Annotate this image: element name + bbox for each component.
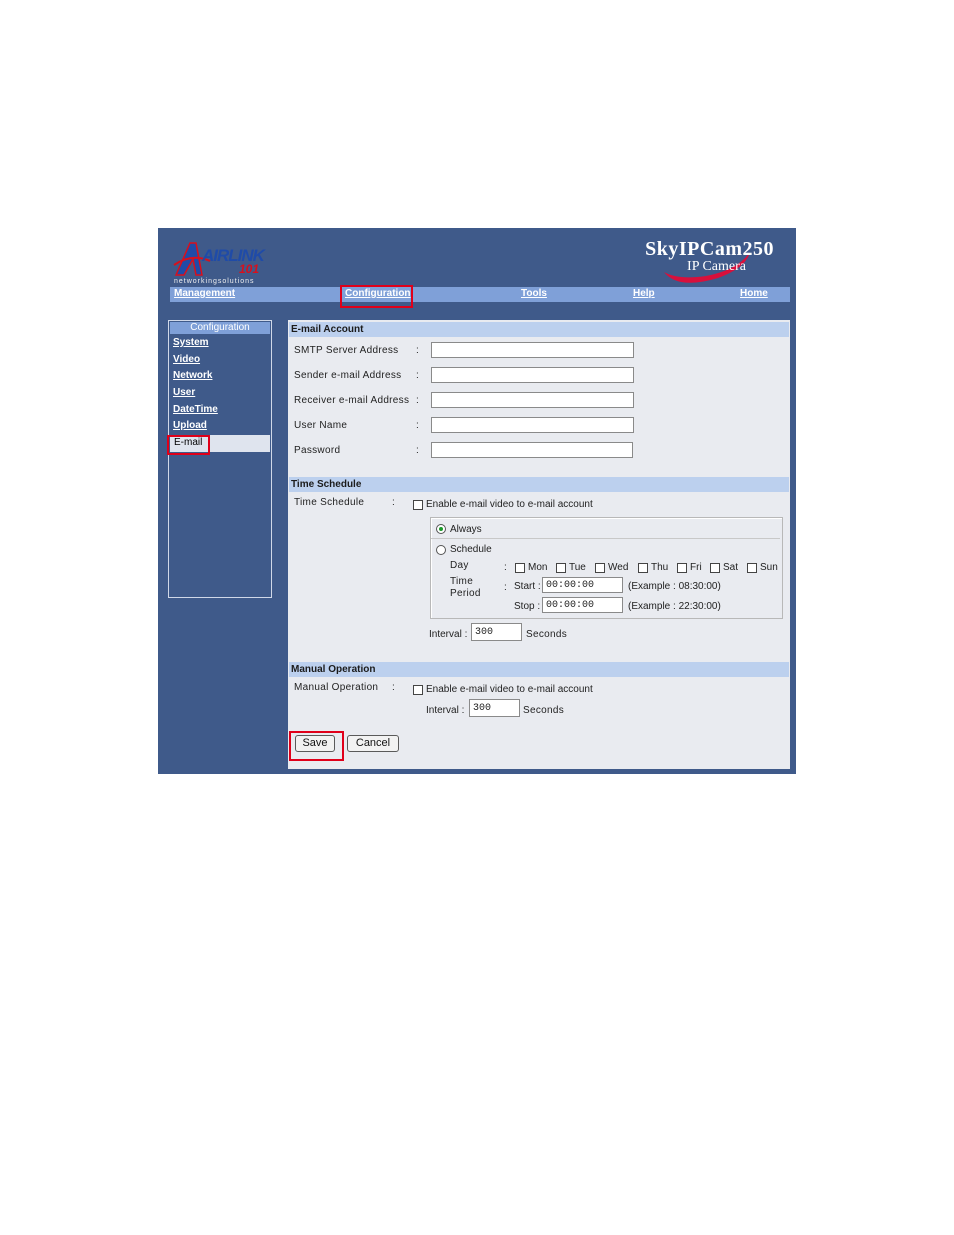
- username-label: User Name: [294, 420, 348, 431]
- sidebar: Configuration System Video Network User …: [168, 320, 272, 598]
- nav-tools[interactable]: Tools: [521, 288, 547, 299]
- day-sat-label: Sat: [723, 562, 739, 573]
- product-title: SkyIPCam250 IP Camera: [645, 238, 774, 275]
- manual-enable-label: Enable e-mail video to e-mail account: [426, 684, 593, 695]
- manual-operation-label: Manual Operation: [294, 682, 379, 693]
- sidebar-item-upload[interactable]: Upload: [169, 418, 271, 435]
- day-tue-label: Tue: [569, 562, 586, 573]
- group-divider: [431, 538, 780, 539]
- sender-email-input[interactable]: [431, 367, 634, 383]
- nav-home[interactable]: Home: [740, 288, 768, 299]
- app-window: AIRLINK 101 networkingsolutions SkyIPCam…: [158, 228, 796, 774]
- schedule-interval-input[interactable]: [471, 623, 522, 641]
- schedule-enable-label: Enable e-mail video to e-mail account: [426, 499, 593, 510]
- highlight-email: [167, 435, 210, 455]
- start-label: Start :: [514, 581, 541, 592]
- start-example: (Example : 08:30:00): [628, 581, 721, 592]
- manual-enable-checkbox[interactable]: [413, 685, 423, 695]
- sidebar-item-network[interactable]: Network: [169, 368, 271, 385]
- time-schedule-label: Time Schedule: [294, 497, 365, 508]
- receiver-email-input[interactable]: [431, 392, 634, 408]
- cancel-button[interactable]: Cancel: [347, 735, 399, 752]
- schedule-enable-checkbox[interactable]: [413, 500, 423, 510]
- day-fri-label: Fri: [690, 562, 702, 573]
- brand-number: 101: [239, 262, 260, 276]
- colon: :: [416, 370, 419, 381]
- product-subtitle: IP Camera: [687, 259, 746, 274]
- smtp-server-input[interactable]: [431, 342, 634, 358]
- colon: :: [504, 562, 507, 573]
- start-time-input[interactable]: [542, 577, 623, 593]
- section-manual-operation: Manual Operation: [289, 662, 789, 677]
- day-wed-checkbox[interactable]: [595, 563, 605, 573]
- time-label: Time: [450, 576, 474, 587]
- stop-label: Stop :: [514, 601, 541, 612]
- day-mon-label: Mon: [528, 562, 548, 573]
- stop-time-input[interactable]: [542, 597, 623, 613]
- always-radio[interactable]: [436, 524, 446, 534]
- day-tue-checkbox[interactable]: [556, 563, 566, 573]
- always-label: Always: [450, 524, 482, 535]
- schedule-radio[interactable]: [436, 545, 446, 555]
- day-fri-checkbox[interactable]: [677, 563, 687, 573]
- colon: :: [392, 497, 395, 508]
- manual-interval-label: Interval :: [426, 705, 465, 716]
- day-label: Day: [450, 560, 469, 571]
- section-time-schedule: Time Schedule: [289, 477, 789, 492]
- highlight-configuration: [340, 285, 413, 308]
- day-thu-label: Thu: [651, 562, 669, 573]
- password-label: Password: [294, 445, 341, 456]
- colon: :: [416, 345, 419, 356]
- sidebar-item-user[interactable]: User: [169, 385, 271, 402]
- colon: :: [416, 395, 419, 406]
- stop-example: (Example : 22:30:00): [628, 601, 721, 612]
- schedule-interval-label: Interval :: [429, 629, 468, 640]
- day-sun-label: Sun: [760, 562, 778, 573]
- day-thu-checkbox[interactable]: [638, 563, 648, 573]
- smtp-label: SMTP Server Address: [294, 345, 399, 356]
- manual-interval-input[interactable]: [469, 699, 520, 717]
- sidebar-heading: Configuration: [170, 322, 270, 334]
- password-input[interactable]: [431, 442, 633, 458]
- colon: :: [504, 582, 507, 593]
- schedule-interval-unit: Seconds: [526, 629, 568, 640]
- section-email-account: E-mail Account: [289, 322, 789, 337]
- colon: :: [392, 682, 395, 693]
- schedule-label: Schedule: [450, 544, 492, 555]
- sidebar-item-system[interactable]: System: [169, 335, 271, 352]
- airlink-logo: AIRLINK 101 networkingsolutions: [172, 232, 272, 286]
- product-name: SkyIPCam250: [645, 238, 774, 260]
- nav-help[interactable]: Help: [633, 288, 655, 299]
- sidebar-item-video[interactable]: Video: [169, 352, 271, 369]
- day-sun-checkbox[interactable]: [747, 563, 757, 573]
- day-mon-checkbox[interactable]: [515, 563, 525, 573]
- top-navigation: Management Configuration Tools Help Home: [170, 287, 790, 302]
- sender-label: Sender e-mail Address: [294, 370, 402, 381]
- content-panel: E-mail Account SMTP Server Address : Sen…: [288, 320, 790, 769]
- highlight-save: [289, 731, 344, 761]
- nav-management[interactable]: Management: [174, 288, 235, 299]
- day-sat-checkbox[interactable]: [710, 563, 720, 573]
- receiver-label: Receiver e-mail Address: [294, 395, 410, 406]
- colon: :: [416, 420, 419, 431]
- period-label: Period: [450, 588, 481, 599]
- day-wed-label: Wed: [608, 562, 629, 573]
- manual-interval-unit: Seconds: [523, 705, 565, 716]
- sidebar-item-datetime[interactable]: DateTime: [169, 402, 271, 419]
- username-input[interactable]: [431, 417, 634, 433]
- brand-tagline: networkingsolutions: [174, 278, 255, 285]
- colon: :: [416, 445, 419, 456]
